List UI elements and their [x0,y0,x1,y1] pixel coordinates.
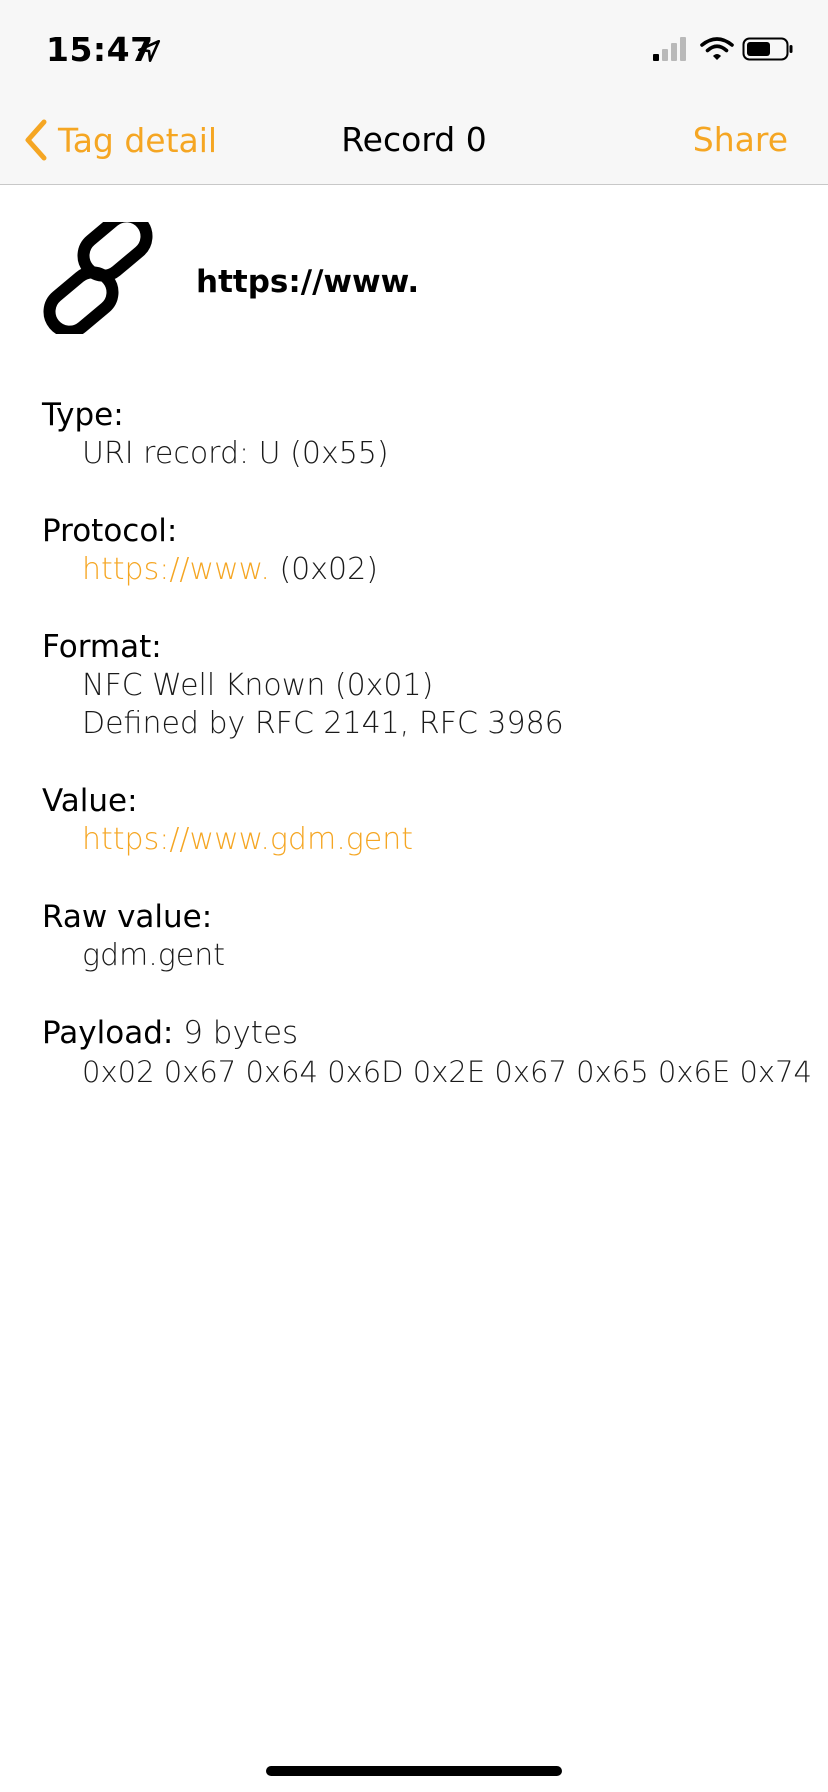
record-header: https://www. [42,222,802,342]
type-value: URI record: U (0x55) [82,436,389,471]
protocol-value: https://www. (0x02) [42,551,812,589]
format-value-line1: NFC Well Known (0x01) [82,668,434,703]
raw-value: gdm.gent [82,938,226,973]
raw-value-label: Raw value: [42,899,213,935]
home-indicator[interactable] [266,1766,562,1776]
payload-bytes: 0x02 0x67 0x64 0x6D 0x2E 0x67 0x65 0x6E … [82,1055,812,1089]
format-label: Format: [42,629,162,665]
record-header-text: https://www. [196,264,420,300]
type-section: Type: URI record: U (0x55) [42,395,812,473]
wifi-icon [700,37,734,60]
format-section: Format: NFC Well Known (0x01) Defined by… [42,627,812,743]
protocol-code: (0x02) [269,552,378,587]
raw-value-section: Raw value: gdm.gent [42,897,812,975]
battery-icon [742,37,793,61]
value-section: Value: https://www.gdm.gent [42,781,812,859]
location-arrow-icon [137,39,161,63]
protocol-label: Protocol: [42,513,178,549]
navigation-bar: Tag detail Record 0 Share [0,96,828,185]
format-value-line2: Defined by RFC 2141, RFC 3986 [82,706,564,741]
protocol-section: Protocol: https://www. (0x02) [42,511,812,589]
link-icon [43,222,153,334]
type-label: Type: [42,397,124,433]
payload-size: 9 bytes [173,1015,299,1051]
protocol-link[interactable]: https://www. [82,552,270,587]
payload-label-line: Payload: 9 bytes [42,1013,812,1053]
record-details: Type: URI record: U (0x55) Protocol: htt… [42,395,812,1129]
cellular-signal-icon [653,37,686,61]
value-link[interactable]: https://www.gdm.gent [42,821,812,859]
status-bar: 15:47 [0,0,828,96]
payload-section: Payload: 9 bytes 0x02 0x67 0x64 0x6D 0x2… [42,1013,812,1091]
value-label: Value: [42,783,138,819]
share-button[interactable]: Share [693,120,788,159]
payload-label: Payload: [42,1015,174,1051]
